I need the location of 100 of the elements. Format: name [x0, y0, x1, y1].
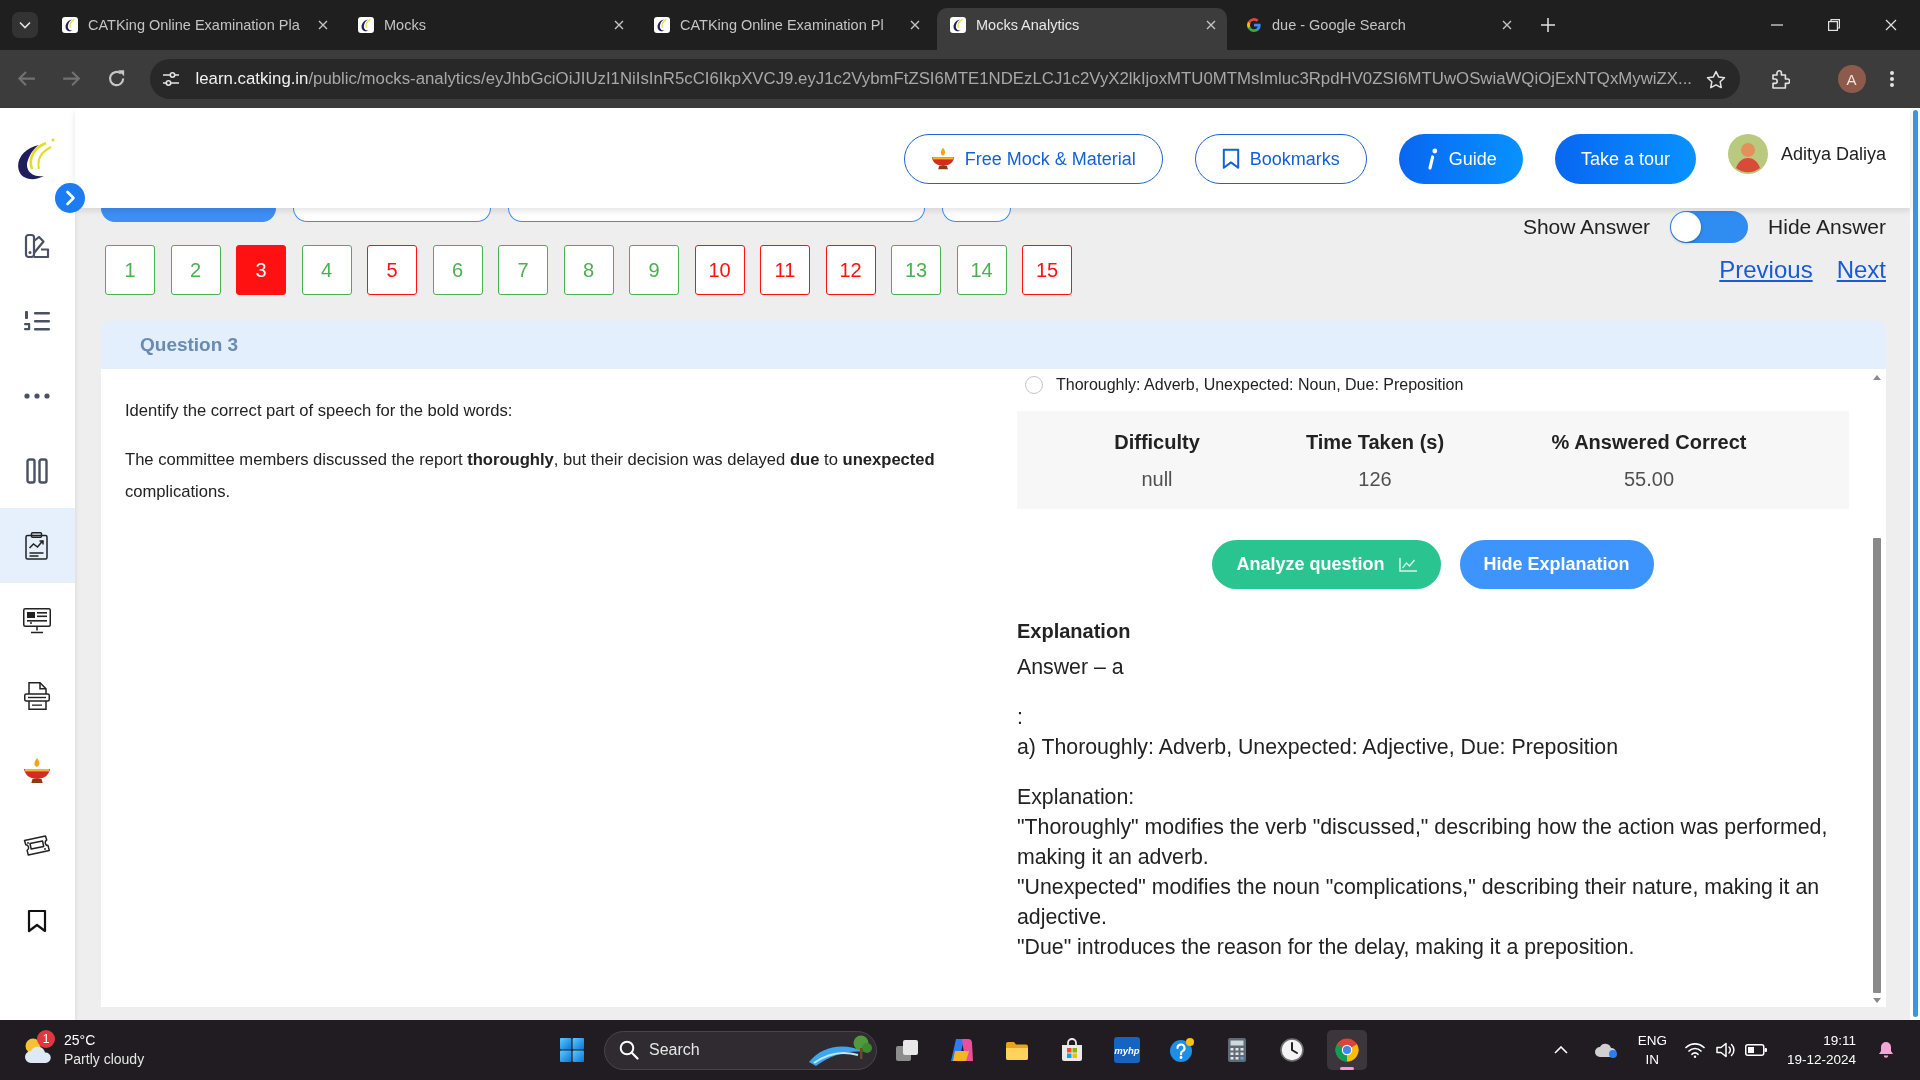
crescent-logo-icon	[950, 17, 966, 33]
monitor-icon	[22, 607, 51, 634]
letter-g-icon	[1246, 17, 1262, 33]
plus-icon[interactable]	[1541, 18, 1555, 32]
puzzle-icon[interactable]	[1770, 69, 1790, 89]
hide-explanation-button[interactable]: Hide Explanation	[1459, 540, 1654, 589]
stats-value: 55.00	[1622, 467, 1676, 492]
browser-tab[interactable]: CATKing Online Examination Pla	[49, 8, 339, 50]
question-number[interactable]: 1	[105, 245, 155, 295]
clock-date[interactable]: 19-12-2024	[1786, 1050, 1856, 1069]
answer-toggle[interactable]	[1670, 211, 1749, 243]
close-icon[interactable]	[614, 20, 624, 30]
close-icon[interactable]	[1885, 19, 1897, 31]
explanation-heading: Explanation	[1017, 619, 1132, 644]
explanation-text: "Thoroughly" modifies the verb "discussed," describing how the action was performed, making it an adverb.	[1017, 814, 1829, 871]
explanation-text: "Due" introduces the reason for the delay, making it a preposition.	[1017, 934, 1636, 961]
cloud-icon[interactable]	[1593, 1042, 1618, 1058]
guide-button[interactable]: Guide	[1398, 134, 1523, 184]
restore-icon[interactable]	[1828, 19, 1840, 31]
close-icon[interactable]	[318, 20, 328, 30]
calculator-icon	[1228, 1038, 1246, 1062]
previous-link[interactable]: Previous	[1719, 256, 1813, 284]
temperature-text: 25°C	[64, 1031, 97, 1050]
question-number[interactable]: 5	[367, 245, 417, 295]
question-prompt: Identify the correct part of speech for the bold words:	[125, 400, 514, 422]
question-number[interactable]: 12	[825, 245, 876, 295]
question-number[interactable]: 7	[498, 245, 548, 295]
close-icon[interactable]	[910, 20, 920, 30]
question-title: Question 3	[140, 334, 239, 356]
close-icon[interactable]	[1502, 20, 1512, 30]
explanation-text: Explanation:	[1017, 784, 1136, 811]
taskbar-app-button[interactable]	[1327, 1030, 1367, 1070]
question-number[interactable]: 9	[629, 245, 679, 295]
question-sentence: The committee members discussed the report thoroughly, but their decision was delayed due to unexpected complications.	[125, 449, 936, 503]
clock-icon	[1280, 1038, 1304, 1062]
hp-app-button[interactable]: myhp	[1114, 1037, 1140, 1063]
crescent-logo-icon	[62, 17, 78, 33]
reload-icon[interactable]	[107, 69, 127, 89]
profile-avatar[interactable]: A	[1837, 65, 1866, 93]
url-text: learn.catking.in/public/mocks-analytics/eyJhbGciOiJIUzI1NiIsInR5cCI6IkpXVCJ9.eyJ1c2VybmFtZSI6MTE1NDEzLCJ1c2VyX2lkIjoxMTU0MTMsImluc3RpdHV0ZSI6MTUwOSwiaWQiOjExNTQxMywiZX...	[195, 69, 1692, 89]
section-tab[interactable]	[942, 208, 1011, 222]
browser-tab[interactable]: Mocks Analytics	[937, 8, 1227, 50]
language-text[interactable]: ENG	[1637, 1031, 1667, 1050]
radio-button[interactable]	[1025, 376, 1043, 394]
search-field[interactable]: Search	[604, 1030, 877, 1070]
question-number[interactable]: 14	[956, 245, 1007, 295]
user-name[interactable]: Aditya Daliya	[1780, 143, 1886, 165]
question-number[interactable]: 3	[236, 245, 286, 295]
section-tab[interactable]	[101, 208, 276, 222]
chevron-circle-icon[interactable]	[55, 183, 85, 213]
scrollbar-thumb[interactable]	[1873, 538, 1881, 993]
explanation-text: :	[1017, 704, 1024, 731]
next-link[interactable]: Next	[1836, 256, 1886, 284]
question-number[interactable]: 2	[170, 245, 221, 295]
folder-icon	[1005, 1039, 1029, 1061]
scroll-down-icon[interactable]	[1873, 998, 1881, 1003]
close-icon[interactable]	[1206, 20, 1216, 30]
scroll-up-icon[interactable]	[1873, 375, 1881, 380]
address-bar[interactable]: learn.catking.in/public/mocks-analytics/eyJhbGciOiJIUzI1NiIsInR5cCI6IkpXVCJ9.eyJ1c2VybmFtZSI6MTE1NDEzLCJ1c2VyX2lkIjoxMTU0MTMsImluc3RpdHV0ZSI6MTUwOSwiaWQiOjExNTQxMywiZX...	[149, 59, 1740, 99]
question-number[interactable]: 8	[563, 245, 614, 295]
bell-icon[interactable]	[1878, 1041, 1894, 1059]
region-text[interactable]: IN	[1645, 1050, 1660, 1069]
notification-count: 1	[37, 1030, 55, 1048]
section-tab[interactable]	[293, 208, 491, 222]
browser-tab[interactable]: CATKing Online Examination Pl	[641, 8, 931, 50]
hide-answer-label: Hide Answer	[1768, 214, 1886, 240]
wifi-icon[interactable]	[1684, 1042, 1705, 1058]
question-number[interactable]: 10	[694, 245, 745, 295]
bookmarks-button[interactable]: Bookmarks	[1194, 134, 1367, 184]
sidebar-item[interactable]	[0, 508, 75, 583]
question-number[interactable]: 4	[301, 245, 352, 295]
option-text: Thoroughly: Adverb, Unexpected: Noun, Due: Preposition	[1056, 376, 1464, 394]
user-avatar-icon[interactable]	[1727, 134, 1768, 174]
help-icon	[1170, 1038, 1194, 1062]
chevron-down-icon	[19, 21, 31, 29]
sliders-icon[interactable]	[161, 71, 180, 87]
crescent-logo-icon	[654, 17, 670, 33]
more-icon[interactable]	[1889, 71, 1894, 87]
analyze-question-button[interactable]: Analyze question	[1212, 540, 1441, 589]
explanation-text: Answer – a	[1017, 654, 1125, 681]
battery-icon[interactable]	[1744, 1044, 1767, 1056]
tab-list-button[interactable]	[12, 12, 38, 38]
landscape-drawing	[808, 1034, 874, 1066]
clock-time[interactable]: 19:11	[1823, 1031, 1856, 1050]
section-tab[interactable]	[508, 208, 925, 222]
scrollbar-thumb[interactable]	[1912, 110, 1918, 1017]
start-icon[interactable]	[560, 1038, 584, 1062]
browser-tab[interactable]: due - Google Search	[1233, 8, 1523, 50]
star-icon[interactable]	[1705, 69, 1726, 89]
free-mock-button[interactable]: Free Mock & Material	[903, 134, 1163, 184]
question-number[interactable]: 11	[760, 245, 810, 295]
bookmark-icon	[1221, 148, 1240, 170]
tour-button[interactable]: Take a tour	[1554, 134, 1696, 184]
stats-value: null	[1140, 467, 1174, 492]
question-number[interactable]: 6	[432, 245, 483, 295]
chevron-up-icon[interactable]	[1553, 1046, 1568, 1054]
speaker-icon[interactable]	[1715, 1042, 1736, 1058]
question-number[interactable]: 15	[1022, 245, 1072, 295]
question-number[interactable]: 13	[891, 245, 941, 295]
browser-tab[interactable]: Mocks	[345, 8, 635, 50]
